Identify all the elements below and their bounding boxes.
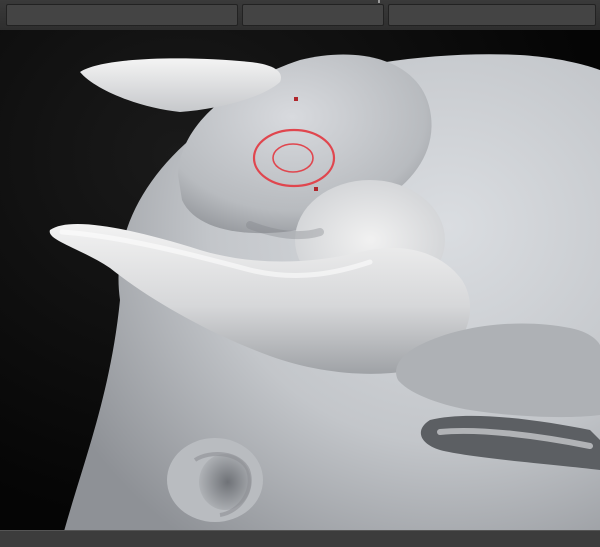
toolbar-field-mid[interactable] xyxy=(242,4,384,26)
toolbar-marker xyxy=(378,0,380,3)
bottom-strip xyxy=(0,530,600,547)
toolbar-field-left[interactable] xyxy=(6,4,238,26)
toolbar-field-right[interactable] xyxy=(388,4,596,26)
brush-marker-top xyxy=(294,97,298,101)
sculpt-viewport[interactable] xyxy=(0,30,600,530)
brush-marker-bottom xyxy=(314,187,318,191)
sculpt-canvas[interactable] xyxy=(0,30,600,530)
top-toolbar xyxy=(0,0,600,31)
